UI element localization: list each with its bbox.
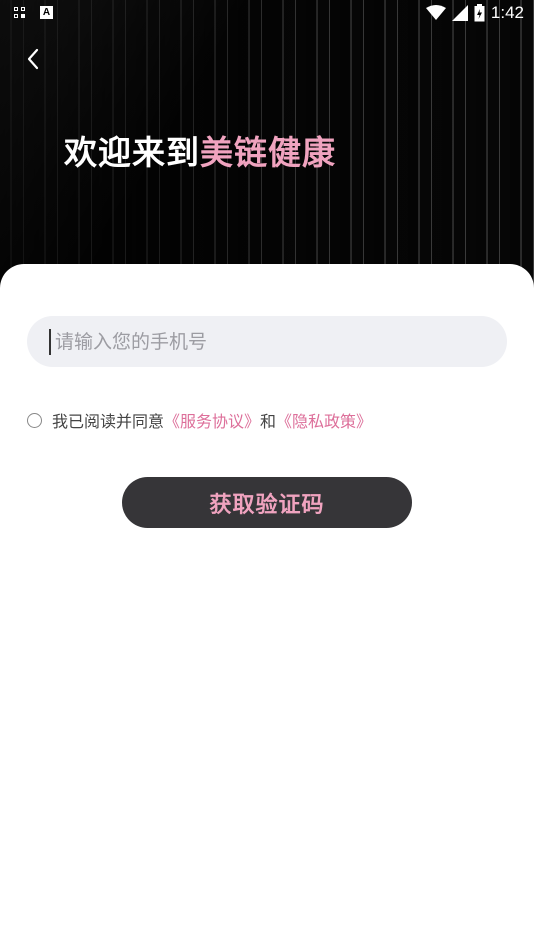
agreement-joiner: 和 xyxy=(260,412,277,431)
wifi-icon xyxy=(425,5,446,20)
signal-icon xyxy=(451,5,468,21)
status-bar: A 1:42 xyxy=(0,0,534,28)
chevron-left-icon xyxy=(27,48,39,70)
status-left-icons: A xyxy=(14,6,53,19)
login-sheet: 我已阅读并同意 《服务协议》 和 《隐私政策》 获取验证码 xyxy=(0,264,534,950)
text-caret xyxy=(49,328,51,355)
phone-input-wrapper[interactable] xyxy=(27,316,507,367)
welcome-title: 欢迎来到美链健康 xyxy=(64,126,336,174)
service-agreement-link[interactable]: 《服务协议》 xyxy=(164,408,260,432)
status-right: 1:42 xyxy=(425,3,524,23)
get-code-button[interactable]: 获取验证码 xyxy=(122,477,412,528)
status-time: 1:42 xyxy=(490,3,524,22)
brand-name: 美链健康 xyxy=(200,133,336,172)
login-screen: A 1:42 欢迎来到美链健康 请输入您的手机号 我已阅读并同意 《服务协议》 … xyxy=(0,0,534,950)
battery-icon xyxy=(474,4,485,22)
back-button[interactable] xyxy=(18,44,48,74)
agreement-checkbox[interactable] xyxy=(27,412,42,428)
privacy-policy-link[interactable]: 《隐私政策》 xyxy=(276,408,372,432)
keyboard-a-icon: A xyxy=(40,6,53,19)
phone-input[interactable] xyxy=(53,329,477,354)
agreement-prefix: 我已阅读并同意 xyxy=(52,412,165,431)
qr-grid-icon xyxy=(14,6,26,19)
welcome-prefix: 欢迎来到 xyxy=(64,133,200,172)
agreement-row: 我已阅读并同意 《服务协议》 和 《隐私政策》 xyxy=(27,408,372,432)
